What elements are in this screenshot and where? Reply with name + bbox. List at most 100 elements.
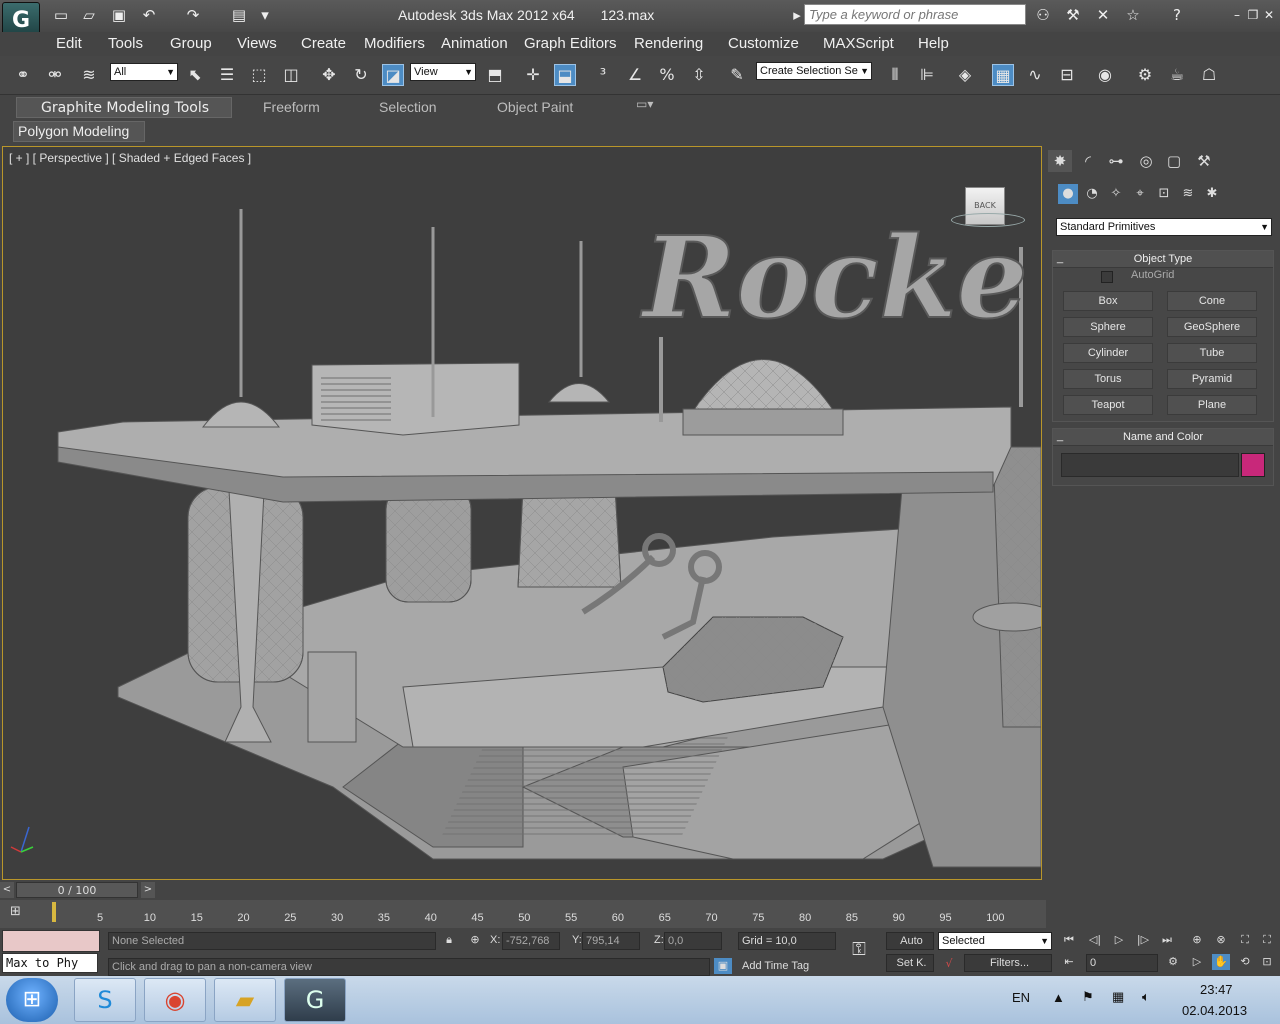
pyramid-button[interactable]: Pyramid xyxy=(1167,369,1257,389)
language-indicator[interactable]: EN xyxy=(1012,990,1030,1005)
skype-icon[interactable]: S xyxy=(74,978,136,1022)
3dsmax-taskbar-icon[interactable]: G xyxy=(284,978,346,1022)
menu-graph-editors[interactable]: Graph Editors xyxy=(524,35,617,52)
helpers-icon[interactable]: ⊡ xyxy=(1154,184,1174,204)
go-to-end-icon[interactable]: ⏭ xyxy=(1158,932,1176,948)
tube-button[interactable]: Tube xyxy=(1167,343,1257,363)
polygon-modeling-panel[interactable]: Polygon Modeling xyxy=(13,121,145,142)
subscription-icon[interactable]: ⚒ xyxy=(1064,6,1082,24)
select-object-icon[interactable]: ⬉ xyxy=(184,64,206,86)
menu-views[interactable]: Views xyxy=(237,35,277,52)
spinner-snap-icon[interactable]: ⇳ xyxy=(688,64,710,86)
key-mode-icon[interactable]: ⇤ xyxy=(1060,954,1078,970)
slider-next-icon[interactable]: > xyxy=(141,882,155,898)
quick-access-dropdown-icon[interactable]: ▾ xyxy=(256,6,274,24)
close-icon[interactable]: ✕ xyxy=(1260,6,1278,24)
align-icon[interactable]: ⊫ xyxy=(916,64,938,86)
key-filters-button[interactable]: Filters... xyxy=(964,954,1052,972)
angle-snap-icon[interactable]: ∠ xyxy=(624,64,646,86)
snap-toggle-icon[interactable]: ³ xyxy=(592,64,614,86)
menu-maxscript[interactable]: MAXScript xyxy=(823,35,894,52)
project-folder-icon[interactable]: ▤ xyxy=(230,6,248,24)
name-color-header[interactable]: _ Name and Color xyxy=(1053,429,1273,446)
object-color-swatch[interactable] xyxy=(1241,453,1265,477)
mirror-icon[interactable]: ⫴ xyxy=(884,64,906,86)
box-button[interactable]: Box xyxy=(1063,291,1153,311)
menu-animation[interactable]: Animation xyxy=(441,35,508,52)
current-frame-marker[interactable] xyxy=(52,902,56,922)
zoom-extents-all-icon[interactable]: ⛶ xyxy=(1258,932,1276,948)
field-of-view-icon[interactable]: ▷ xyxy=(1188,954,1206,970)
go-to-start-icon[interactable]: ⏮ xyxy=(1060,932,1078,948)
y-coordinate-field[interactable]: 795,14 xyxy=(582,932,640,950)
menu-rendering[interactable]: Rendering xyxy=(634,35,703,52)
time-config-icon[interactable]: ⚙ xyxy=(1164,954,1182,970)
systems-icon[interactable]: ✱ xyxy=(1202,184,1222,204)
modify-tab-icon[interactable]: ◜ xyxy=(1076,150,1100,172)
maxscript-mini-listener[interactable]: Max to Phy xyxy=(2,953,98,973)
edit-named-selection-icon[interactable]: ✎ xyxy=(726,64,748,86)
display-tab-icon[interactable]: ▢ xyxy=(1162,150,1186,172)
move-icon[interactable]: ✥ xyxy=(318,64,340,86)
menu-group[interactable]: Group xyxy=(170,35,212,52)
selection-filter-dropdown[interactable]: All ▼ xyxy=(110,63,178,81)
rect-selection-icon[interactable]: ⬚ xyxy=(248,64,270,86)
previous-frame-icon[interactable]: ◁| xyxy=(1086,932,1104,948)
binoculars-icon[interactable]: ⚇ xyxy=(1034,6,1052,24)
start-button-icon[interactable]: ⊞ xyxy=(6,978,58,1022)
orbit-icon[interactable]: ⟲ xyxy=(1236,954,1254,970)
chrome-icon[interactable]: ◉ xyxy=(144,978,206,1022)
tab-graphite-modeling-tools[interactable]: Graphite Modeling Tools xyxy=(16,97,232,118)
graphite-toggle-icon[interactable]: ▦ xyxy=(992,64,1014,86)
ref-coord-dropdown[interactable]: View ▼ xyxy=(410,63,476,81)
teapot-button[interactable]: Teapot xyxy=(1063,395,1153,415)
rendered-frame-icon[interactable]: ☕ xyxy=(1166,64,1188,86)
rotate-icon[interactable]: ↻ xyxy=(350,64,372,86)
cameras-icon[interactable]: ⌖ xyxy=(1130,184,1150,204)
clock-time[interactable]: 23:47 xyxy=(1200,982,1233,997)
next-frame-icon[interactable]: |▷ xyxy=(1134,932,1152,948)
communication-icon[interactable]: ✕ xyxy=(1094,6,1112,24)
maximize-viewport-icon[interactable]: ⊡ xyxy=(1258,954,1276,970)
undo-icon[interactable]: ↶ xyxy=(140,6,158,24)
redo-icon[interactable]: ↷ xyxy=(184,6,202,24)
link-icon[interactable]: ⚭ xyxy=(12,64,34,86)
tab-object-paint[interactable]: Object Paint xyxy=(497,99,573,115)
category-dropdown[interactable]: Standard Primitives ▼ xyxy=(1056,218,1272,236)
time-slider-thumb[interactable]: 0 / 100 xyxy=(16,882,138,898)
select-manipulate-icon[interactable]: ✛ xyxy=(522,64,544,86)
plane-button[interactable]: Plane xyxy=(1167,395,1257,415)
network-icon[interactable]: ▦ xyxy=(1112,989,1124,1005)
maxscript-listener-pink[interactable] xyxy=(2,930,100,952)
tray-expand-icon[interactable]: ▲ xyxy=(1052,990,1065,1005)
play-icon[interactable]: ▷ xyxy=(1110,932,1128,948)
current-frame-field[interactable]: 0 xyxy=(1086,954,1158,972)
object-type-header[interactable]: _ Object Type xyxy=(1053,251,1273,268)
menu-modifiers[interactable]: Modifiers xyxy=(364,35,425,52)
search-input[interactable]: Type a keyword or phrase xyxy=(804,4,1026,25)
menu-customize[interactable]: Customize xyxy=(728,35,799,52)
track-bar[interactable]: ⊞ 5 10 15 20 25 30 35 40 45 50 55 60 65 70 75 80 85 90 95 1… xyxy=(0,900,1046,928)
x-coordinate-field[interactable]: -752,768 xyxy=(502,932,560,950)
time-tag-icon[interactable]: ▣ xyxy=(714,958,732,974)
ribbon-options-icon[interactable]: ▭▾ xyxy=(636,97,653,111)
default-tangent-icon[interactable]: √ xyxy=(940,956,958,972)
object-name-input[interactable] xyxy=(1061,453,1239,477)
absolute-mode-icon[interactable]: ⊕ xyxy=(466,932,484,948)
menu-tools[interactable]: Tools xyxy=(108,35,143,52)
zoom-all-icon[interactable]: ⊗ xyxy=(1212,932,1230,948)
pivot-center-icon[interactable]: ⬒ xyxy=(484,64,506,86)
window-crossing-icon[interactable]: ◫ xyxy=(280,64,302,86)
tab-selection[interactable]: Selection xyxy=(379,99,437,115)
motion-tab-icon[interactable]: ◎ xyxy=(1134,150,1158,172)
geometry-icon[interactable]: ● xyxy=(1058,184,1078,204)
named-selection-dropdown[interactable]: Create Selection Se ▼ xyxy=(756,62,872,80)
cylinder-button[interactable]: Cylinder xyxy=(1063,343,1153,363)
key-filter-dropdown[interactable]: Selected ▼ xyxy=(938,932,1052,950)
scale-icon[interactable]: ◪ xyxy=(382,64,404,86)
create-tab-icon[interactable]: ✸ xyxy=(1048,150,1072,172)
zoom-icon[interactable]: ⊕ xyxy=(1188,932,1206,948)
hierarchy-tab-icon[interactable]: ⊶ xyxy=(1104,150,1128,172)
menu-create[interactable]: Create xyxy=(301,35,346,52)
open-file-icon[interactable]: ▱ xyxy=(80,6,98,24)
